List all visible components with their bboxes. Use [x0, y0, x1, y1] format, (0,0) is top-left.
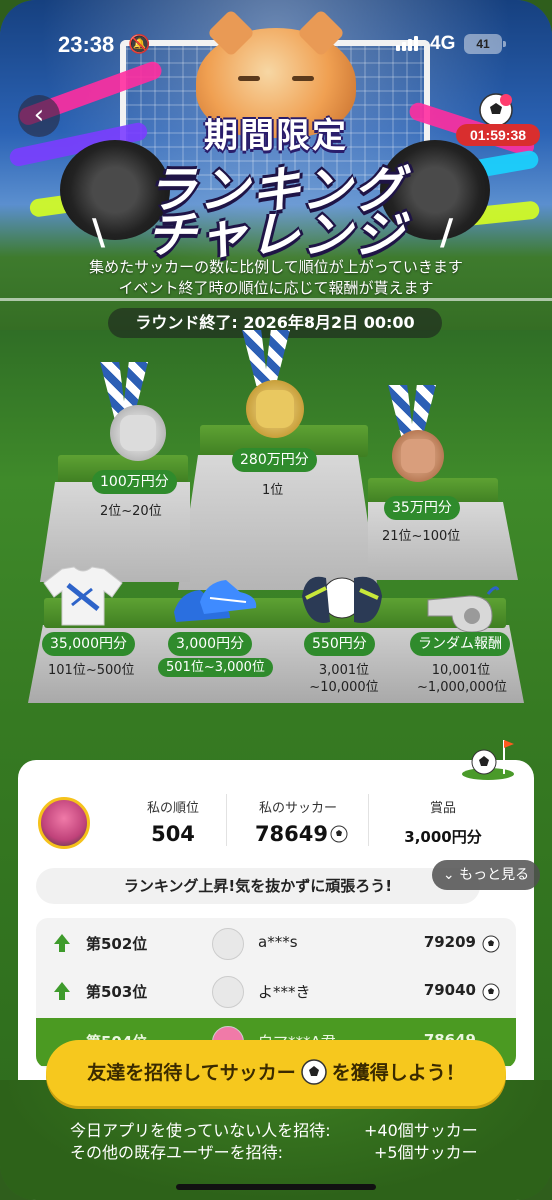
- bonus-value-existing: +5個サッカー: [374, 1143, 478, 1162]
- clock: 23:38: [58, 32, 115, 57]
- gold-medal-icon: [246, 380, 304, 438]
- more-button[interactable]: ⌄ もっと見る: [432, 860, 540, 890]
- bonus-label-existing: その他の既存ユーザーを招待:: [70, 1143, 284, 1162]
- rank-range-1000000: ~1,000,000位: [416, 680, 508, 695]
- prize-tag-random: ランダム報酬: [410, 632, 510, 656]
- prize-tag-2nd: 100万円分: [92, 470, 177, 494]
- prize-tag-3001-10000: 550円分: [304, 632, 375, 656]
- soccer-cleats-icon: [174, 580, 257, 622]
- divider: [226, 794, 227, 846]
- soccer-ball-icon: [300, 1058, 327, 1085]
- cheer-message: ランキング上昇!気を抜かずに頑張ろう!: [36, 868, 480, 904]
- invite-friends-button[interactable]: 友達を招待してサッカー を獲得しよう！: [46, 1040, 506, 1106]
- invite-text-before: 友達を招待してサッカー: [87, 1062, 296, 1084]
- prize-tag-101-500: 35,000円分: [42, 632, 135, 656]
- prize-tag-501-3000: 3,000円分: [168, 632, 253, 656]
- my-prize-value: 3,000円分: [404, 828, 482, 846]
- more-button-label: もっと見る: [459, 867, 530, 883]
- bronze-medal-icon: [392, 430, 444, 482]
- corner-flag-ball-icon: [462, 740, 514, 780]
- soccer-ball-icon: [482, 983, 500, 1001]
- whistle-icon: [427, 586, 500, 633]
- leaderboard-row[interactable]: 第503位 よ***き 79040: [36, 968, 516, 1016]
- my-rank-value: 504: [151, 822, 195, 846]
- bell-muted-icon: 🔕: [128, 34, 151, 55]
- row-score: 79040: [423, 981, 476, 999]
- title-deco-left: \: [92, 212, 106, 253]
- leaderboard-row[interactable]: 第502位 a***s 79209: [36, 920, 516, 968]
- goalkeeper-gloves-icon: [302, 576, 382, 623]
- battery-icon: 41: [464, 34, 506, 54]
- title-deco-right: /: [440, 212, 454, 253]
- rank-range-10000: ~10,000位: [309, 680, 379, 695]
- bonus-value-new: +40個サッカー: [364, 1121, 478, 1140]
- invite-text-after: を獲得しよう！: [331, 1062, 465, 1084]
- rank-range-2nd: 2位~20位: [100, 504, 162, 519]
- soccer-ball-icon: [482, 935, 500, 953]
- my-soccer-label: 私のサッカー: [258, 801, 337, 816]
- prize-tag-3rd: 35万円分: [384, 496, 460, 520]
- my-soccer-value: 78649: [254, 822, 328, 846]
- rank-range-10001: 10,001位: [431, 663, 491, 678]
- soccer-ball-icon: [330, 825, 348, 843]
- my-prize-label: 賞品: [429, 801, 456, 816]
- divider: [368, 794, 369, 846]
- rank-up-icon: [54, 934, 70, 952]
- row-name: よ***き: [258, 983, 311, 1001]
- network-type: 4G: [430, 33, 456, 54]
- prize-tag-1st: 280万円分: [232, 448, 317, 472]
- row-rank: 第503位: [86, 983, 148, 1001]
- jersey-icon: [43, 566, 123, 626]
- event-screen: 23:38 🔕 4G 41 ‹ 01:59:38 期間限定 ランキング チャレン…: [0, 0, 552, 1200]
- row-avatar: [212, 976, 244, 1008]
- rank-range-1st: 1位: [262, 483, 284, 498]
- rank-range-3rd: 21位~100位: [382, 529, 461, 544]
- signal-icon: [396, 36, 418, 51]
- row-score: 79209: [423, 933, 476, 951]
- silver-medal-icon: [110, 405, 166, 461]
- rank-range-101-500: 101位~500位: [48, 663, 135, 678]
- chevron-double-down-icon: ⌄: [442, 867, 455, 883]
- row-name: a***s: [258, 933, 298, 951]
- status-bar: 23:38 🔕 4G 41: [0, 0, 552, 80]
- bonus-label-new: 今日アプリを使っていない人を招待:: [70, 1121, 331, 1140]
- home-indicator: [176, 1184, 376, 1190]
- user-avatar[interactable]: [38, 797, 90, 849]
- rank-up-icon: [54, 982, 70, 1000]
- rank-range-501-3000: 501位~3,000位: [158, 658, 273, 677]
- my-rank-label: 私の順位: [146, 801, 199, 816]
- event-description: 集めたサッカーの数に比例して順位が上がっていきます イベント終了時の順位に応じて…: [89, 258, 463, 297]
- row-rank: 第502位: [86, 935, 148, 953]
- row-avatar: [212, 928, 244, 960]
- gold-ribbon: [242, 330, 290, 386]
- rank-range-3001: 3,001位: [318, 663, 370, 678]
